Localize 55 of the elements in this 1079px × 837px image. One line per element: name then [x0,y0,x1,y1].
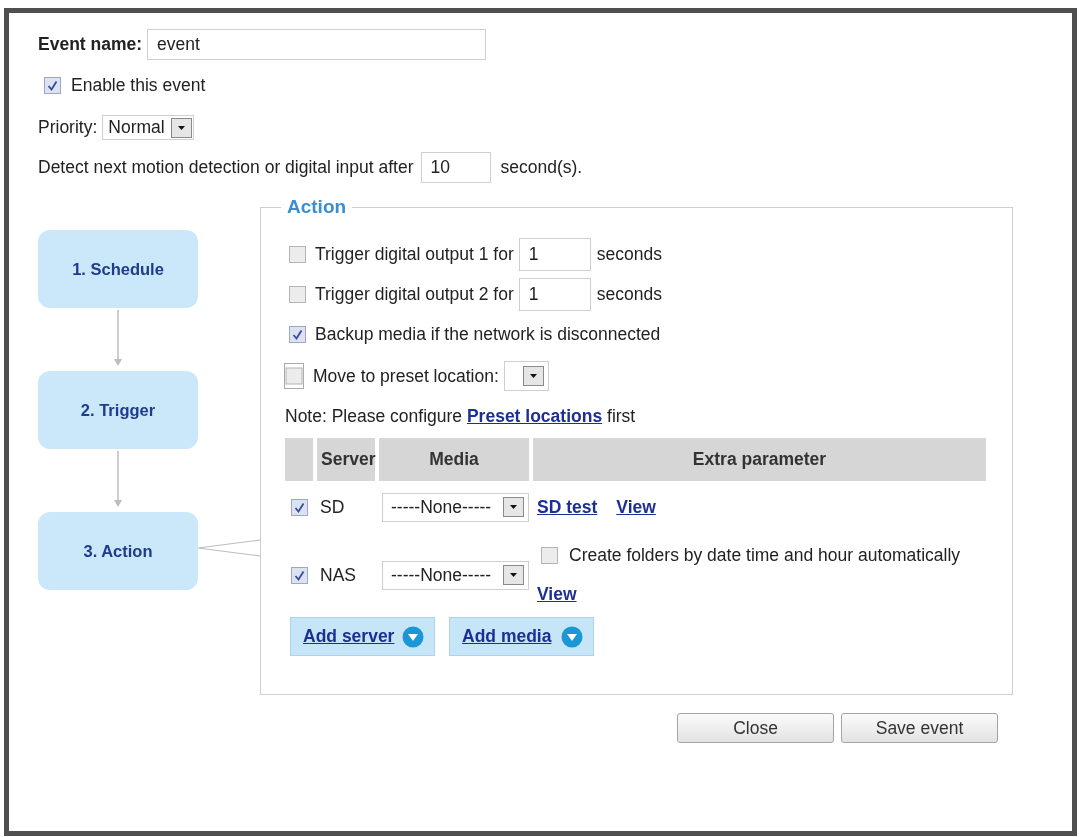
media-select[interactable]: -----None----- [382,492,529,522]
option-label: Backup media if the network is disconnected [315,323,661,345]
add-server-button[interactable]: Add server [290,617,435,656]
extra-link[interactable]: SD test [537,496,598,518]
event-name-field[interactable]: event [147,29,487,60]
extra-link[interactable]: View [616,496,656,518]
option-checkbox[interactable] [289,245,306,263]
down-arrow [113,310,123,366]
column-header: Server [317,438,375,481]
column-header: Extra parameter [533,438,986,481]
down-arrow [113,451,123,507]
caret-down-icon[interactable] [522,366,544,386]
flow-step[interactable]: 2. Trigger [38,371,198,449]
server-checkbox[interactable] [290,498,308,516]
caret-down-icon[interactable] [503,497,524,517]
duration-field[interactable]: 1 [518,277,591,311]
priority-select[interactable]: Normal [102,115,195,140]
caret-down-icon[interactable] [171,117,193,138]
callout-connector [198,538,260,558]
down-circle-icon [561,625,583,648]
column-header: Media [379,438,529,481]
close-button[interactable]: Close [677,713,834,743]
detect-label: Detect next motion detection or digital input after [38,157,414,178]
extra-option-label: Create folders by date time and hour automatically [569,545,961,566]
flow-step[interactable]: 3. Action [38,512,198,590]
media-select[interactable]: -----None----- [382,560,529,590]
option-checkbox[interactable] [289,285,306,303]
event-name-label: Event name: [38,34,143,55]
enable-label: Enable this event [71,74,206,96]
preset-locations-link[interactable]: Preset locations [466,405,603,426]
caret-down-icon[interactable] [503,565,524,585]
save-event-button[interactable]: Save event [841,713,998,743]
priority-label: Priority: [38,117,98,138]
server-checkbox[interactable] [290,566,308,584]
detect-field[interactable]: 10 [420,152,491,183]
seconds-unit-label: second(s). [500,157,583,178]
action-legend: Action [281,197,353,217]
enable-checkbox[interactable] [44,76,61,94]
extra-link[interactable]: View [537,584,577,605]
option-checkbox[interactable] [284,363,304,389]
note-text: Note: Please configure Preset locations first [285,405,636,427]
option-label: Trigger digital output 2 for [315,283,514,305]
option-label: Move to preset location: [313,365,499,387]
add-media-button[interactable]: Add media [449,617,594,656]
down-circle-icon [402,625,424,648]
server-name: NAS [320,564,356,586]
extra-option-checkbox[interactable] [541,547,558,564]
server-name: SD [320,496,345,518]
option-label: Trigger digital output 1 for [315,243,514,265]
table-header-blank [285,438,313,481]
unit-label: seconds [596,243,662,265]
flow-step[interactable]: 1. Schedule [38,230,198,308]
unit-label: seconds [596,283,662,305]
option-checkbox[interactable] [289,325,306,343]
duration-field[interactable]: 1 [518,237,591,271]
